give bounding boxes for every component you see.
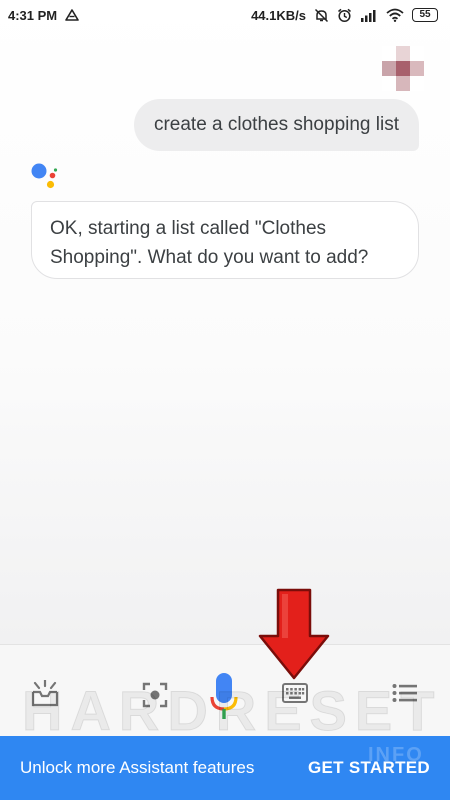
assistant-screen: 4:31 PM 44.1KB/s 55 create a clothes sho… [0, 0, 450, 800]
drive-notification-icon [65, 8, 79, 22]
status-time: 4:31 PM [8, 7, 58, 23]
google-assistant-logo-icon [31, 163, 58, 189]
alarm-icon [337, 8, 352, 23]
banner-text: Unlock more Assistant features [20, 758, 255, 777]
red-arrow-annotation-icon [258, 588, 330, 680]
user-message-text: create a clothes shopping list [153, 114, 399, 135]
battery-icon: 55 [412, 8, 438, 22]
user-avatar[interactable] [382, 46, 424, 92]
mute-icon [314, 8, 329, 23]
assistant-response-bubble: OK, starting a list called "Clothes Shop… [31, 201, 419, 279]
watermark: HARDRESET [21, 679, 443, 743]
status-right: 44.1KB/s 55 [251, 8, 438, 23]
network-speed: 44.1KB/s [251, 7, 306, 23]
status-bar: 4:31 PM 44.1KB/s 55 [0, 0, 450, 30]
watermark-sub: INFO [368, 744, 424, 766]
signal-icon [360, 9, 378, 22]
user-message-bubble: create a clothes shopping list [133, 99, 419, 151]
assistant-response-line: Shopping". What do you want to add? [50, 247, 369, 268]
status-left: 4:31 PM [8, 8, 79, 23]
assistant-response-line: OK, starting a list called "Clothes [50, 218, 327, 239]
wifi-icon [386, 8, 404, 22]
